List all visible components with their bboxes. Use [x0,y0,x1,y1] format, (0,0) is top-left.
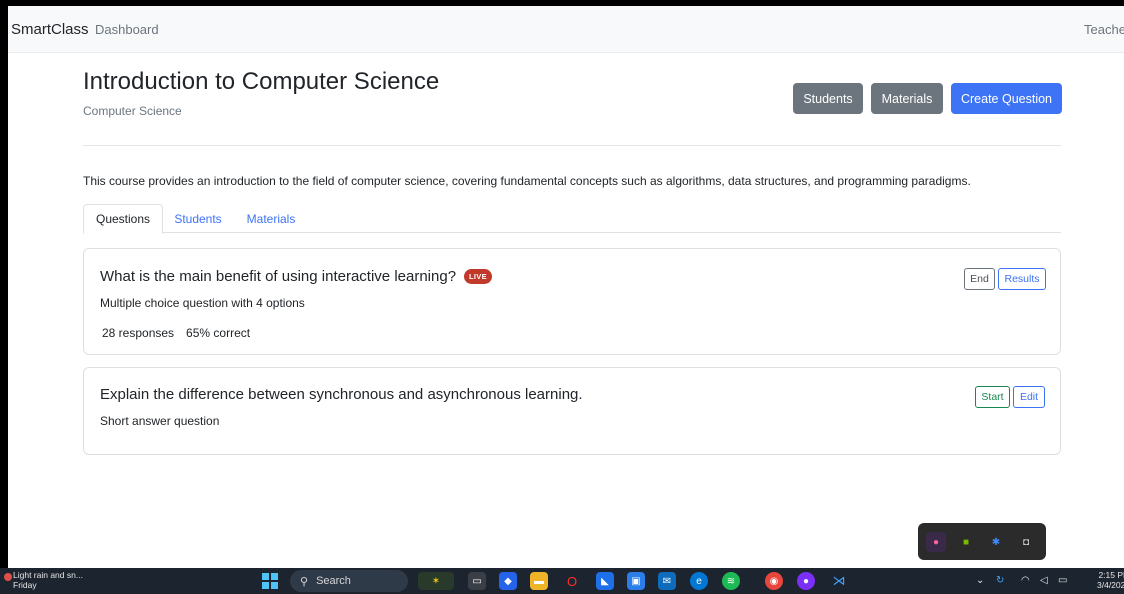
widgets-icon[interactable]: ✶ [418,572,454,590]
search-placeholder: Search [316,575,351,587]
course-subject: Computer Science [83,104,182,118]
materials-button[interactable]: Materials [871,83,943,114]
tab-questions[interactable]: Questions [83,204,163,234]
task-view-icon[interactable]: ▭ [468,572,486,590]
nav-user-menu[interactable]: Teacher [1084,22,1124,37]
app-tray-icon[interactable]: ● [926,532,946,552]
spotify-icon[interactable]: ≋ [722,572,740,590]
wifi-icon[interactable]: ◠ [1021,575,1030,586]
results-button[interactable]: Results [998,268,1046,290]
tab-students[interactable]: Students [166,204,230,233]
weather-text: Light rain and sn... [13,570,83,580]
navbar: SmartClass Dashboard Teacher [8,6,1124,53]
course-description: This course provides an introduction to … [83,174,971,188]
nav-link-dashboard[interactable]: Dashboard [95,22,159,37]
question-title: What is the main benefit of using intera… [100,268,492,285]
question-type: Short answer question [100,414,220,428]
chevron-up-icon[interactable]: ⌄ [976,575,984,586]
app-icon[interactable]: ◣ [596,572,614,590]
firefox-icon[interactable]: ● [797,572,815,590]
taskbar-search[interactable]: ⚲ Search [290,570,408,592]
tab-bar: Questions Students Materials [83,204,1061,234]
students-button[interactable]: Students [793,83,863,114]
live-badge: LIVE [464,269,492,284]
file-explorer-icon[interactable]: ▬ [530,572,548,590]
correct-percent: 65% correct [186,326,251,340]
question-type: Multiple choice question with 4 options [100,296,305,310]
tab-materials[interactable]: Materials [237,204,305,233]
vscode-icon[interactable]: ⋊ [830,572,848,590]
bluetooth-icon[interactable]: ✱ [986,532,1006,552]
question-title: Explain the difference between synchrono… [100,386,583,403]
edge-icon[interactable]: e [690,572,708,590]
tray-overflow-popup: ● ■ ✱ ◘ [918,523,1046,560]
nvidia-icon[interactable]: ■ [956,532,976,552]
question-title-text: Explain the difference between synchrono… [100,386,583,403]
responses-count: 28 responses [102,326,175,340]
opera-icon[interactable]: O [563,572,581,590]
volume-icon[interactable]: ◁ [1040,575,1048,586]
network-app-icon[interactable]: ↻ [996,575,1004,586]
store-icon[interactable]: ▣ [627,572,645,590]
chrome-icon[interactable]: ◉ [765,572,783,590]
weather-day: Friday [13,580,37,590]
system-clock[interactable]: 2:15 PM 3/4/2025 [1097,570,1124,590]
edit-button[interactable]: Edit [1013,386,1045,408]
clock-date: 3/4/2025 [1097,580,1124,590]
windows-start-icon[interactable] [262,573,278,589]
start-button[interactable]: Start [975,386,1010,408]
browser-viewport: SmartClass Dashboard Teacher Introductio… [8,6,1124,568]
battery-icon[interactable]: ▭ [1058,575,1067,586]
end-button[interactable]: End [964,268,995,290]
weather-icon[interactable] [4,573,12,581]
copilot-icon[interactable]: ◆ [499,572,517,590]
clock-time: 2:15 PM [1098,570,1124,580]
question-stats: 28 responses 65% correct [102,326,250,340]
security-shield-icon[interactable]: ◘ [1016,532,1036,552]
page-title: Introduction to Computer Science [83,68,440,95]
taskbar: Light rain and sn... Friday ⚲ Search ✶ ▭… [0,568,1124,594]
outlook-icon[interactable]: ✉ [658,572,676,590]
divider [83,145,1061,146]
create-question-button[interactable]: Create Question [951,83,1062,114]
question-title-text: What is the main benefit of using intera… [100,268,457,285]
brand-logo[interactable]: SmartClass [11,21,89,38]
question-card: Explain the difference between synchrono… [83,367,1061,455]
search-icon: ⚲ [300,575,309,588]
question-card: What is the main benefit of using intera… [83,248,1061,355]
weather-widget[interactable]: Light rain and sn... Friday [13,570,83,590]
